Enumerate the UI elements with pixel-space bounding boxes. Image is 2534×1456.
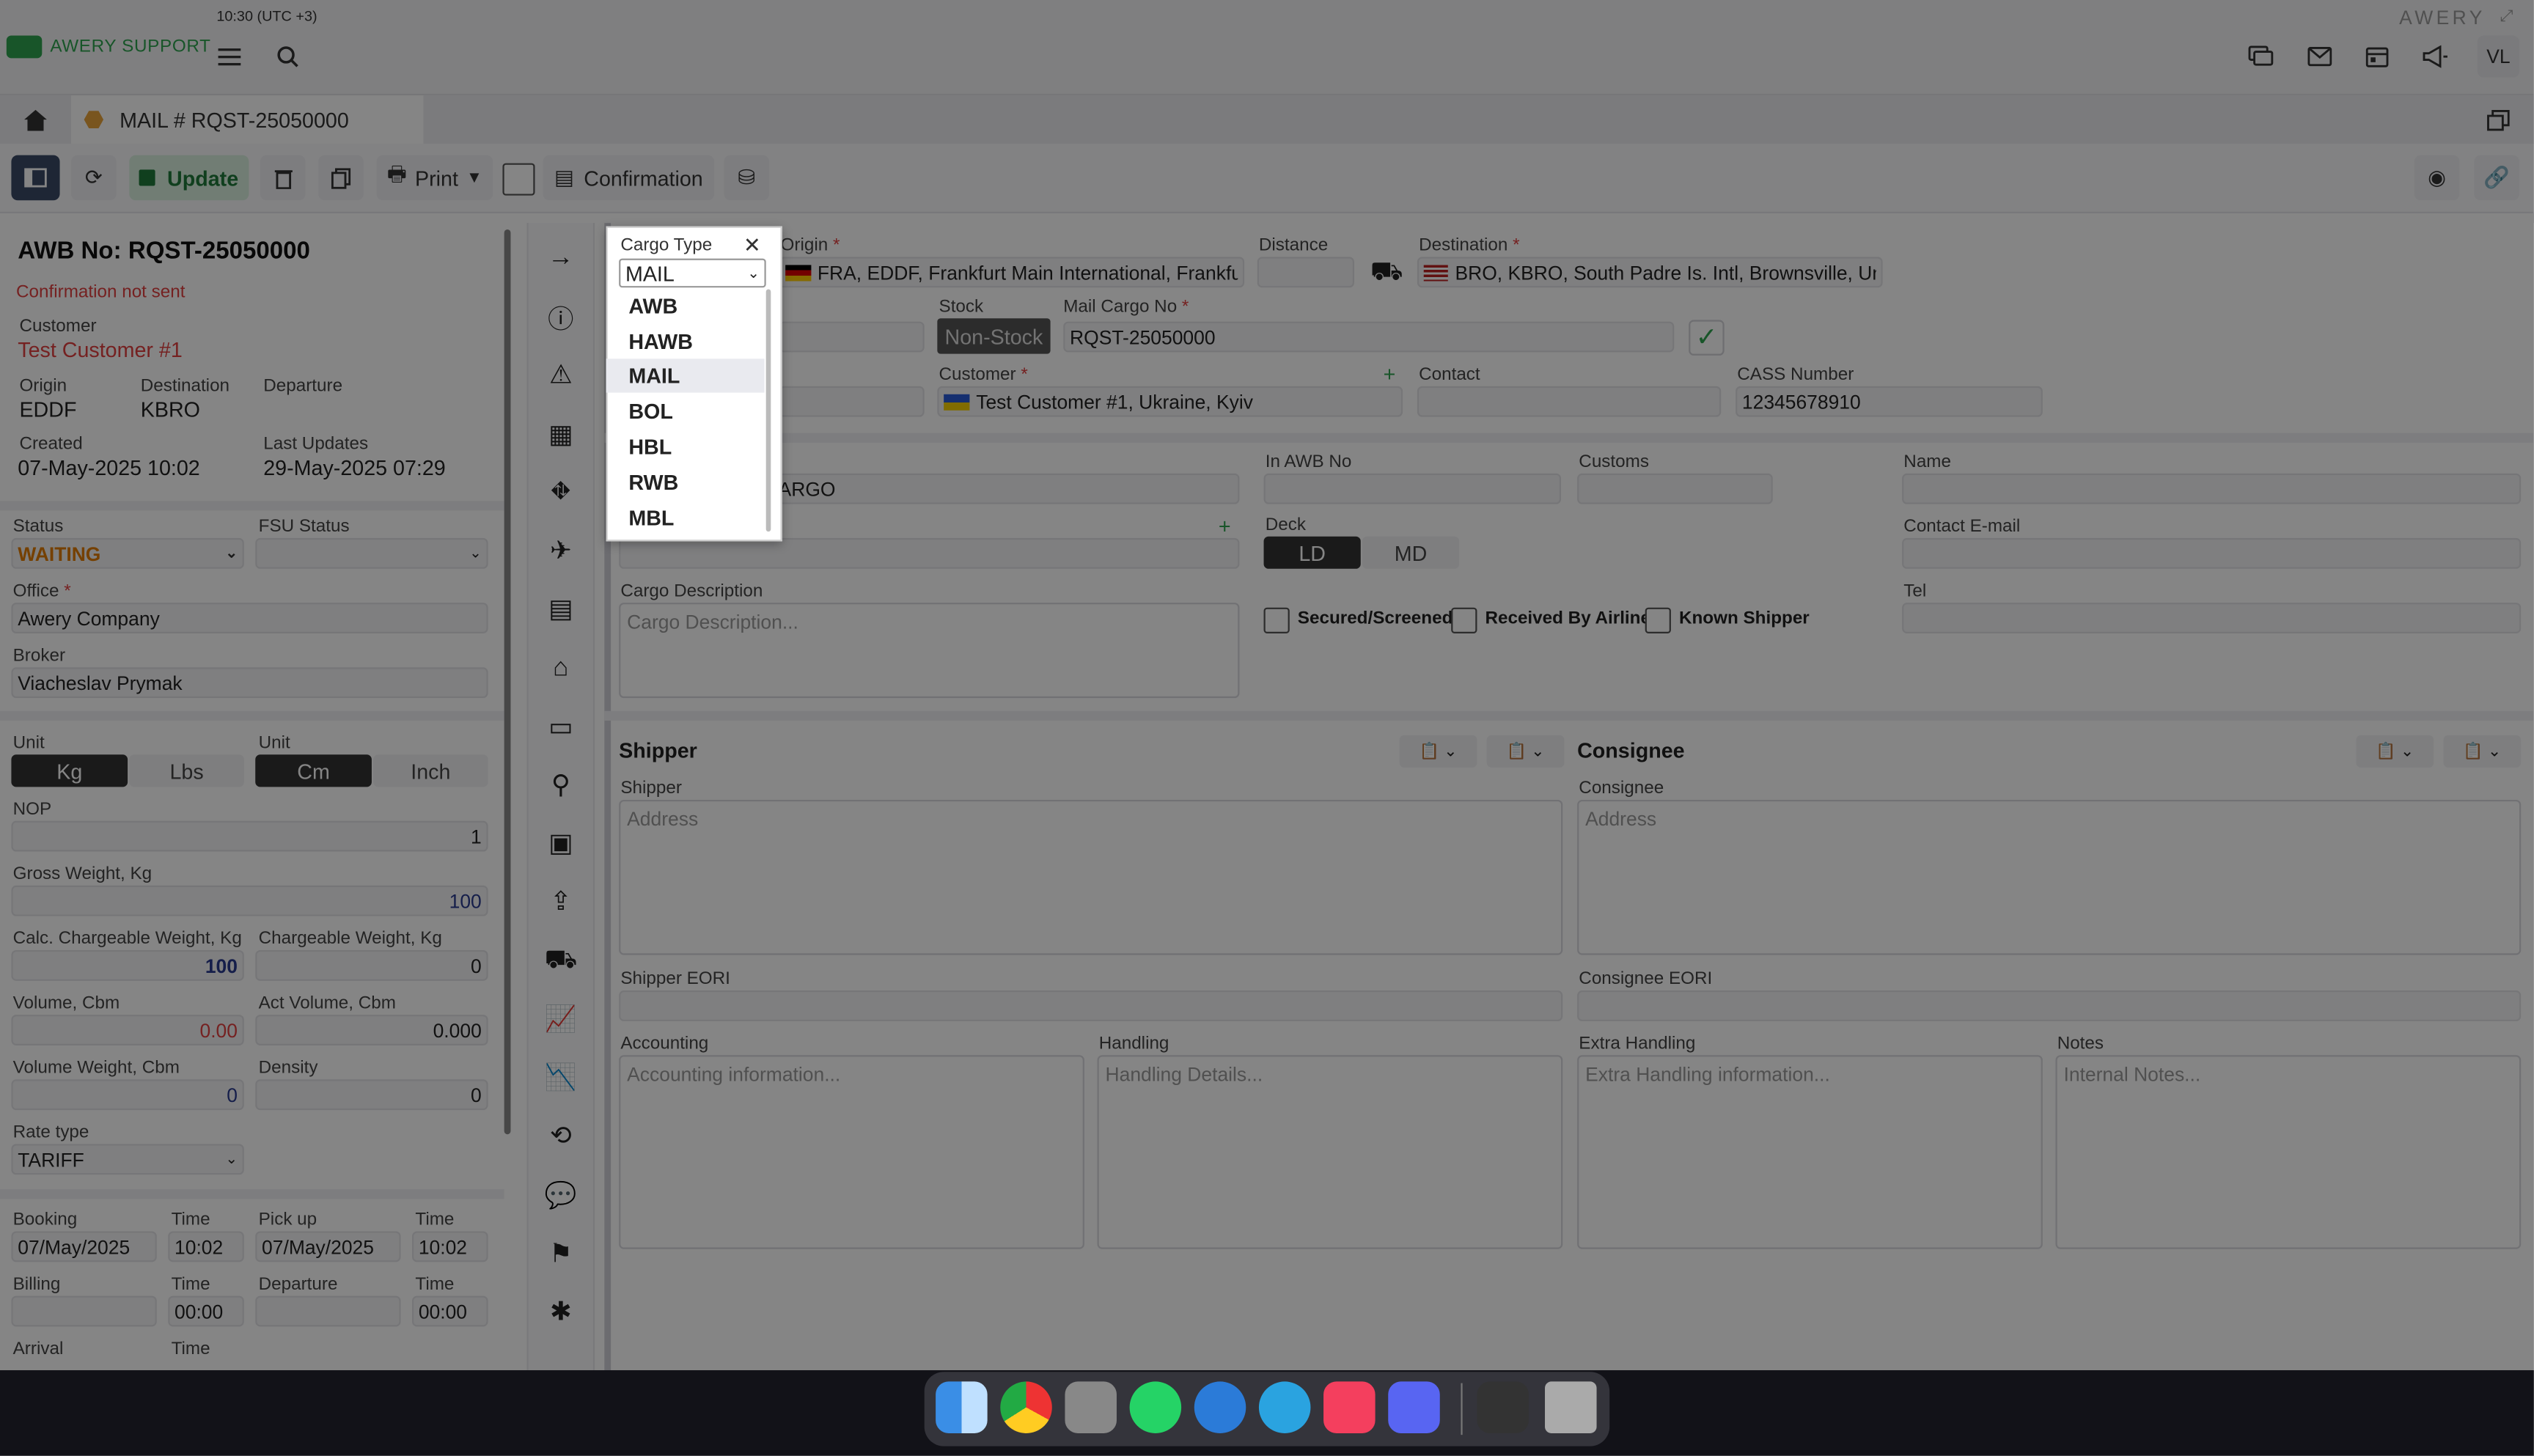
screen: 10:30 (UTC +3) AWERY SUPPORT AWERY VL ⤢ … — [0, 0, 2534, 1456]
cargo-type-select[interactable]: MAIL ⌄ — [619, 258, 766, 288]
trash-bin-icon[interactable] — [1545, 1381, 1597, 1433]
photo-app-icon[interactable] — [1065, 1381, 1117, 1433]
option-hbl[interactable]: HBL — [606, 430, 765, 463]
telegram-icon[interactable] — [1258, 1381, 1311, 1433]
chrome-icon[interactable] — [1000, 1381, 1052, 1433]
option-mbl[interactable]: MBL — [606, 501, 765, 534]
option-rwb[interactable]: RWB — [606, 466, 765, 499]
cargo-type-label: Cargo Type — [620, 235, 713, 256]
dock-separator — [1461, 1383, 1463, 1435]
option-mail[interactable]: MAIL — [606, 359, 765, 393]
discord-icon[interactable] — [1388, 1381, 1440, 1433]
whatsapp-icon[interactable] — [1129, 1381, 1182, 1433]
terminal-icon[interactable] — [1477, 1381, 1529, 1433]
music-icon[interactable] — [1323, 1381, 1376, 1433]
finder-icon[interactable] — [936, 1381, 988, 1433]
option-bol[interactable]: BOL — [606, 394, 765, 428]
option-awb[interactable]: AWB — [606, 290, 765, 323]
safari-icon[interactable] — [1194, 1381, 1246, 1433]
close-icon[interactable]: ✕ — [743, 232, 761, 258]
modal-backdrop[interactable] — [0, 0, 2534, 1370]
dropdown-scrollbar[interactable] — [765, 289, 771, 532]
chevron-down-icon: ⌄ — [747, 264, 760, 281]
option-hawb[interactable]: HAWB — [606, 325, 765, 359]
cargo-type-selected: MAIL — [625, 260, 675, 286]
